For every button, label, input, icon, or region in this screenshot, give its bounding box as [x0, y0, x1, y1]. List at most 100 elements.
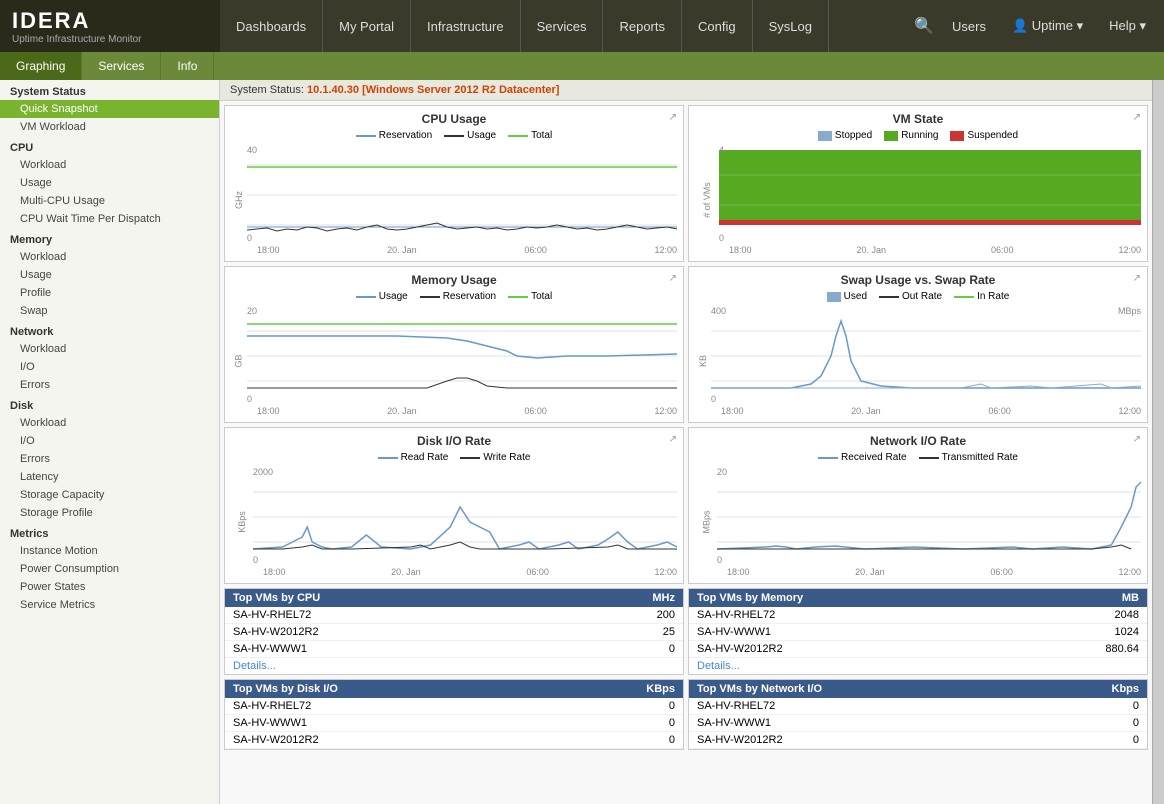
- chart-disk-io: ↗ Disk I/O Rate Read Rate Write Rate KBp…: [224, 427, 684, 584]
- table-row: SA-HV-RHEL720: [689, 698, 1147, 715]
- sidebar-item-quick-snapshot[interactable]: Quick Snapshot: [0, 100, 219, 118]
- chart-legend-swap: Used Out Rate In Rate: [695, 291, 1141, 302]
- chart-title-swap: Swap Usage vs. Swap Rate: [695, 273, 1141, 287]
- sidebar-item-storage-capacity[interactable]: Storage Capacity: [0, 486, 219, 504]
- sidebar-item-network-io[interactable]: I/O: [0, 358, 219, 376]
- nav-config[interactable]: Config: [682, 0, 753, 52]
- sidebar-item-power-consumption[interactable]: Power Consumption: [0, 560, 219, 578]
- legend-suspended: Suspended: [950, 130, 1018, 141]
- sidebar-item-memory-profile[interactable]: Profile: [0, 284, 219, 302]
- logo-area: IDERA Uptime Infrastructure Monitor: [0, 0, 220, 52]
- brand-subtitle: Uptime Infrastructure Monitor: [12, 34, 142, 45]
- table-unit-cpu: MHz: [652, 592, 675, 604]
- chart-cpu-usage: ↗ CPU Usage Reservation Usage Total: [224, 105, 684, 262]
- legend-mem-total: Total: [508, 291, 552, 302]
- chart-legend-cpu: Reservation Usage Total: [231, 130, 677, 141]
- expand-icon-network[interactable]: ↗: [1133, 434, 1141, 445]
- nav-dashboards[interactable]: Dashboards: [220, 0, 323, 52]
- sidebar-item-disk-workload[interactable]: Workload: [0, 414, 219, 432]
- chart-legend-disk: Read Rate Write Rate: [231, 452, 677, 463]
- swap-x-axis: 18:00 20. Jan 06:00 12:00: [711, 406, 1141, 416]
- swap-chart-svg: [711, 306, 1141, 406]
- chart-title-disk: Disk I/O Rate: [231, 434, 677, 448]
- vm-y-label: # of VMs: [702, 182, 712, 218]
- expand-icon-cpu[interactable]: ↗: [669, 112, 677, 123]
- top-navigation: IDERA Uptime Infrastructure Monitor Dash…: [0, 0, 1164, 52]
- table-footer-memory[interactable]: Details...: [689, 658, 1147, 674]
- sidebar-item-storage-profile[interactable]: Storage Profile: [0, 504, 219, 522]
- disk-y-label: KBps: [237, 511, 247, 533]
- cpu-y-label: GHz: [234, 191, 244, 209]
- sidebar-item-multi-cpu-usage[interactable]: Multi-CPU Usage: [0, 192, 219, 210]
- table-title-cpu: Top VMs by CPU: [233, 592, 320, 604]
- legend-running: Running: [884, 130, 938, 141]
- disk-chart-svg: [253, 467, 677, 567]
- nav-uptime[interactable]: 👤 Uptime ▾: [1004, 18, 1091, 34]
- table-row: SA-HV-WWW10: [225, 641, 683, 658]
- table-footer-cpu[interactable]: Details...: [225, 658, 683, 674]
- nav-help[interactable]: Help ▾: [1101, 18, 1154, 34]
- table-header-network: Top VMs by Network I/O Kbps: [689, 680, 1147, 698]
- cpu-chart-svg: [247, 145, 677, 245]
- sidebar-item-cpu-wait-time[interactable]: CPU Wait Time Per Dispatch: [0, 210, 219, 228]
- chart-legend-vm: Stopped Running Suspended: [695, 130, 1141, 141]
- table-top-cpu: Top VMs by CPU MHz SA-HV-RHEL72200 SA-HV…: [224, 588, 684, 675]
- sidebar-item-cpu-usage[interactable]: Usage: [0, 174, 219, 192]
- chart-vm-state: ↗ VM State Stopped Running Suspended: [688, 105, 1148, 262]
- sidebar-item-service-metrics[interactable]: Service Metrics: [0, 596, 219, 614]
- nav-syslog[interactable]: SysLog: [753, 0, 829, 52]
- legend-write-rate: Write Rate: [460, 452, 530, 463]
- nav-services[interactable]: Services: [521, 0, 604, 52]
- cpu-x-axis: 18:00 20. Jan 06:00 12:00: [247, 245, 677, 255]
- nav-reports[interactable]: Reports: [603, 0, 682, 52]
- sidebar-item-disk-latency[interactable]: Latency: [0, 468, 219, 486]
- search-icon[interactable]: 🔍: [914, 16, 934, 36]
- main-layout: System Status Quick Snapshot VM Workload…: [0, 80, 1164, 804]
- sidebar-item-network-errors[interactable]: Errors: [0, 376, 219, 394]
- legend-swap-used: Used: [827, 291, 867, 302]
- sidebar-item-instance-motion[interactable]: Instance Motion: [0, 542, 219, 560]
- table-title-memory: Top VMs by Memory: [697, 592, 803, 604]
- expand-icon-disk[interactable]: ↗: [669, 434, 677, 445]
- table-unit-network: Kbps: [1112, 683, 1140, 695]
- legend-mem-usage: Usage: [356, 291, 408, 302]
- tab-graphing[interactable]: Graphing: [0, 52, 82, 80]
- swap-y-label: KB: [698, 355, 708, 367]
- nav-infrastructure[interactable]: Infrastructure: [411, 0, 521, 52]
- sidebar-section-disk: Disk: [0, 394, 219, 414]
- table-top-memory: Top VMs by Memory MB SA-HV-RHEL722048 SA…: [688, 588, 1148, 675]
- table-header-cpu: Top VMs by CPU MHz: [225, 589, 683, 607]
- table-row: SA-HV-RHEL722048: [689, 607, 1147, 624]
- status-bar: System Status: 10.1.40.30 [Windows Serve…: [220, 80, 1152, 101]
- sidebar-item-memory-usage[interactable]: Usage: [0, 266, 219, 284]
- tab-info[interactable]: Info: [161, 52, 214, 80]
- nav-users[interactable]: Users: [944, 19, 994, 34]
- nav-myportal[interactable]: My Portal: [323, 0, 411, 52]
- legend-received-rate: Received Rate: [818, 452, 907, 463]
- expand-icon-memory[interactable]: ↗: [669, 273, 677, 284]
- tab-services[interactable]: Services: [82, 52, 161, 80]
- expand-icon-vm[interactable]: ↗: [1133, 112, 1141, 123]
- sidebar-item-memory-swap[interactable]: Swap: [0, 302, 219, 320]
- disk-x-axis: 18:00 20. Jan 06:00 12:00: [253, 567, 677, 577]
- sidebar-item-disk-io[interactable]: I/O: [0, 432, 219, 450]
- sidebar-item-network-workload[interactable]: Workload: [0, 340, 219, 358]
- legend-stopped: Stopped: [818, 130, 872, 141]
- sidebar-item-vm-workload[interactable]: VM Workload: [0, 118, 219, 136]
- sidebar-item-power-states[interactable]: Power States: [0, 578, 219, 596]
- network-chart-svg: [717, 467, 1141, 567]
- table-row: SA-HV-RHEL720: [225, 698, 683, 715]
- chart-memory-usage: ↗ Memory Usage Usage Reservation Total: [224, 266, 684, 423]
- table-row: SA-HV-W2012R225: [225, 624, 683, 641]
- table-title-network: Top VMs by Network I/O: [697, 683, 822, 695]
- sidebar-item-disk-errors[interactable]: Errors: [0, 450, 219, 468]
- expand-icon-swap[interactable]: ↗: [1133, 273, 1141, 284]
- charts-grid: ↗ CPU Usage Reservation Usage Total: [220, 101, 1152, 588]
- scrollbar[interactable]: [1152, 80, 1164, 804]
- sidebar-section-system-status: System Status: [0, 80, 219, 100]
- memory-y-label: GB: [234, 354, 244, 367]
- table-row: SA-HV-WWW10: [689, 715, 1147, 732]
- sidebar-item-cpu-workload[interactable]: Workload: [0, 156, 219, 174]
- table-top-network: Top VMs by Network I/O Kbps SA-HV-RHEL72…: [688, 679, 1148, 750]
- sidebar-item-memory-workload[interactable]: Workload: [0, 248, 219, 266]
